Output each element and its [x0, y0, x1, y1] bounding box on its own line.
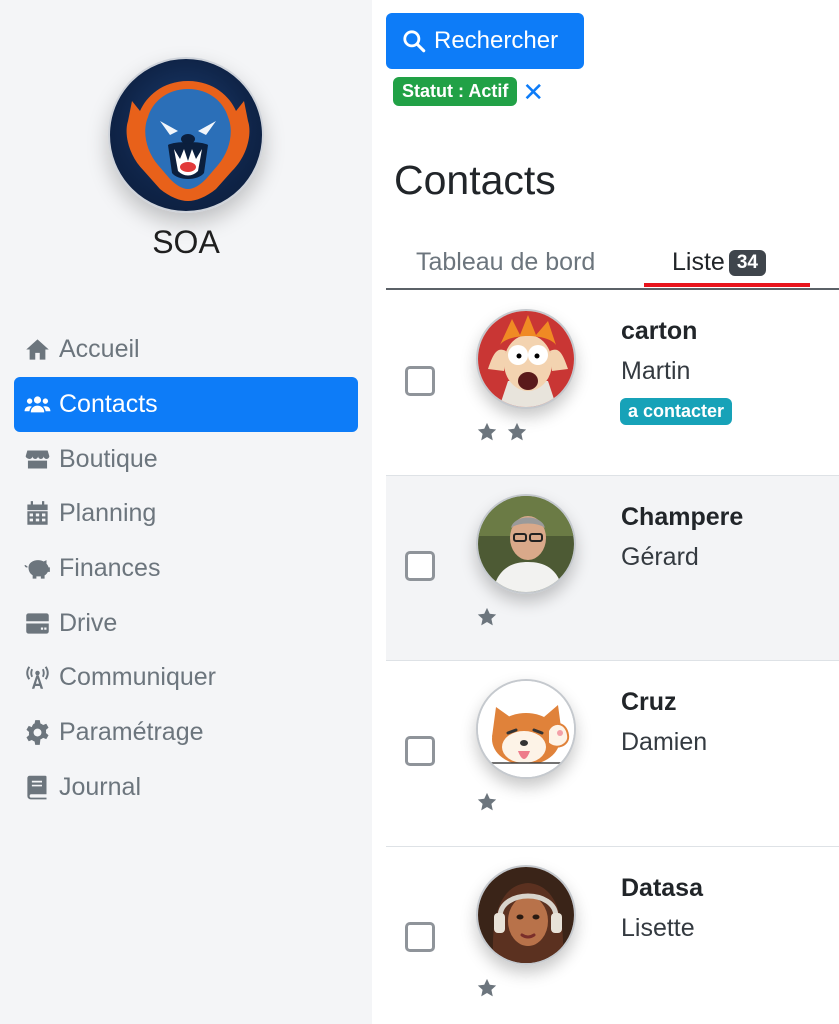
sidebar-item-planning[interactable]: Planning — [14, 486, 358, 541]
search-button[interactable]: Rechercher — [386, 13, 584, 69]
row-checkbox[interactable] — [405, 921, 435, 952]
sidebar-item-contacts[interactable]: Contacts — [14, 376, 358, 432]
tab-bar: Tableau de bord Liste 34 — [386, 244, 839, 290]
tab-list-label: Liste — [672, 248, 725, 276]
tab-dashboard[interactable]: Tableau de bord — [416, 248, 595, 277]
contact-last-name: Datasa — [621, 873, 703, 902]
list-item[interactable]: Champere Gérard — [386, 475, 839, 661]
contact-first-name: Lisette — [621, 913, 695, 942]
broadcast-tower-icon — [21, 662, 53, 694]
status-filter-badge: Statut : Actif — [393, 77, 518, 106]
users-icon — [21, 388, 53, 420]
contact-list: carton Martin a contacter Champere Gérar… — [386, 290, 839, 1024]
contact-last-name: Cruz — [621, 688, 677, 716]
contact-first-name: Damien — [621, 728, 708, 756]
star-icon — [476, 421, 498, 443]
rating-stars — [476, 977, 506, 999]
server-icon — [21, 607, 53, 639]
star-icon — [476, 606, 498, 628]
calendar-icon — [21, 498, 53, 530]
shiba-dog-avatar[interactable] — [476, 679, 576, 779]
cartoon-face-avatar[interactable] — [476, 309, 576, 409]
sidebar-item-parametrage[interactable]: Paramétrage — [14, 705, 358, 760]
piggy-bank-icon — [21, 552, 53, 584]
man-photo-avatar[interactable] — [476, 493, 576, 594]
page-title: Contacts — [394, 157, 556, 203]
sidebar-item-label: Accueil — [59, 334, 140, 363]
rating-stars — [476, 791, 506, 813]
sidebar-item-label: Finances — [59, 553, 161, 582]
book-icon — [21, 771, 53, 803]
sidebar-item-accueil[interactable]: Accueil — [14, 322, 358, 377]
sidebar-item-boutique[interactable]: Boutique — [14, 432, 358, 487]
contact-first-name: Martin — [621, 357, 691, 385]
sidebar: SOA Accueil Contacts Boutique Planning F… — [0, 0, 372, 1024]
contact-last-name: carton — [621, 317, 698, 345]
close-icon[interactable]: ✕ — [522, 79, 544, 105]
bear-logo-icon — [108, 57, 264, 213]
status-tag: a contacter — [620, 398, 733, 425]
sidebar-item-label: Journal — [59, 772, 141, 801]
sidebar-item-label: Communiquer — [59, 663, 217, 692]
sidebar-item-label: Paramétrage — [59, 717, 204, 746]
active-filters: Statut : Actif ✕ — [393, 77, 544, 106]
row-checkbox[interactable] — [405, 736, 435, 766]
sidebar-item-communiquer[interactable]: Communiquer — [14, 650, 358, 705]
rating-stars — [476, 606, 506, 628]
row-checkbox[interactable] — [405, 366, 435, 396]
search-button-label: Rechercher — [434, 27, 559, 54]
home-icon — [21, 333, 53, 365]
tab-list[interactable]: Liste 34 — [672, 248, 766, 277]
contact-first-name: Gérard — [621, 542, 699, 571]
contact-last-name: Champere — [621, 502, 744, 531]
sidebar-item-label: Drive — [59, 608, 118, 637]
star-icon — [476, 791, 498, 813]
gear-icon — [21, 716, 53, 748]
star-icon — [476, 977, 498, 999]
row-checkbox[interactable] — [405, 550, 435, 581]
sidebar-item-label: Planning — [59, 499, 157, 528]
list-item[interactable]: Cruz Damien — [386, 661, 839, 847]
store-icon — [21, 443, 53, 475]
rating-stars — [476, 421, 536, 443]
sidebar-item-label: Boutique — [59, 444, 158, 473]
active-tab-indicator — [644, 283, 810, 287]
count-badge: 34 — [728, 250, 766, 276]
organization-name: SOA — [152, 224, 220, 260]
sidebar-item-journal[interactable]: Journal — [14, 760, 358, 815]
sidebar-nav: Accueil Contacts Boutique Planning Finan… — [14, 322, 358, 815]
sidebar-item-drive[interactable]: Drive — [14, 596, 358, 651]
star-icon — [506, 421, 528, 443]
sidebar-item-label: Contacts — [59, 389, 158, 418]
search-icon — [403, 30, 426, 53]
list-item[interactable]: carton Martin a contacter — [386, 290, 839, 476]
woman-headphones-avatar[interactable] — [476, 864, 576, 965]
list-item[interactable]: Datasa Lisette — [386, 847, 839, 1024]
sidebar-item-finances[interactable]: Finances — [14, 541, 358, 596]
